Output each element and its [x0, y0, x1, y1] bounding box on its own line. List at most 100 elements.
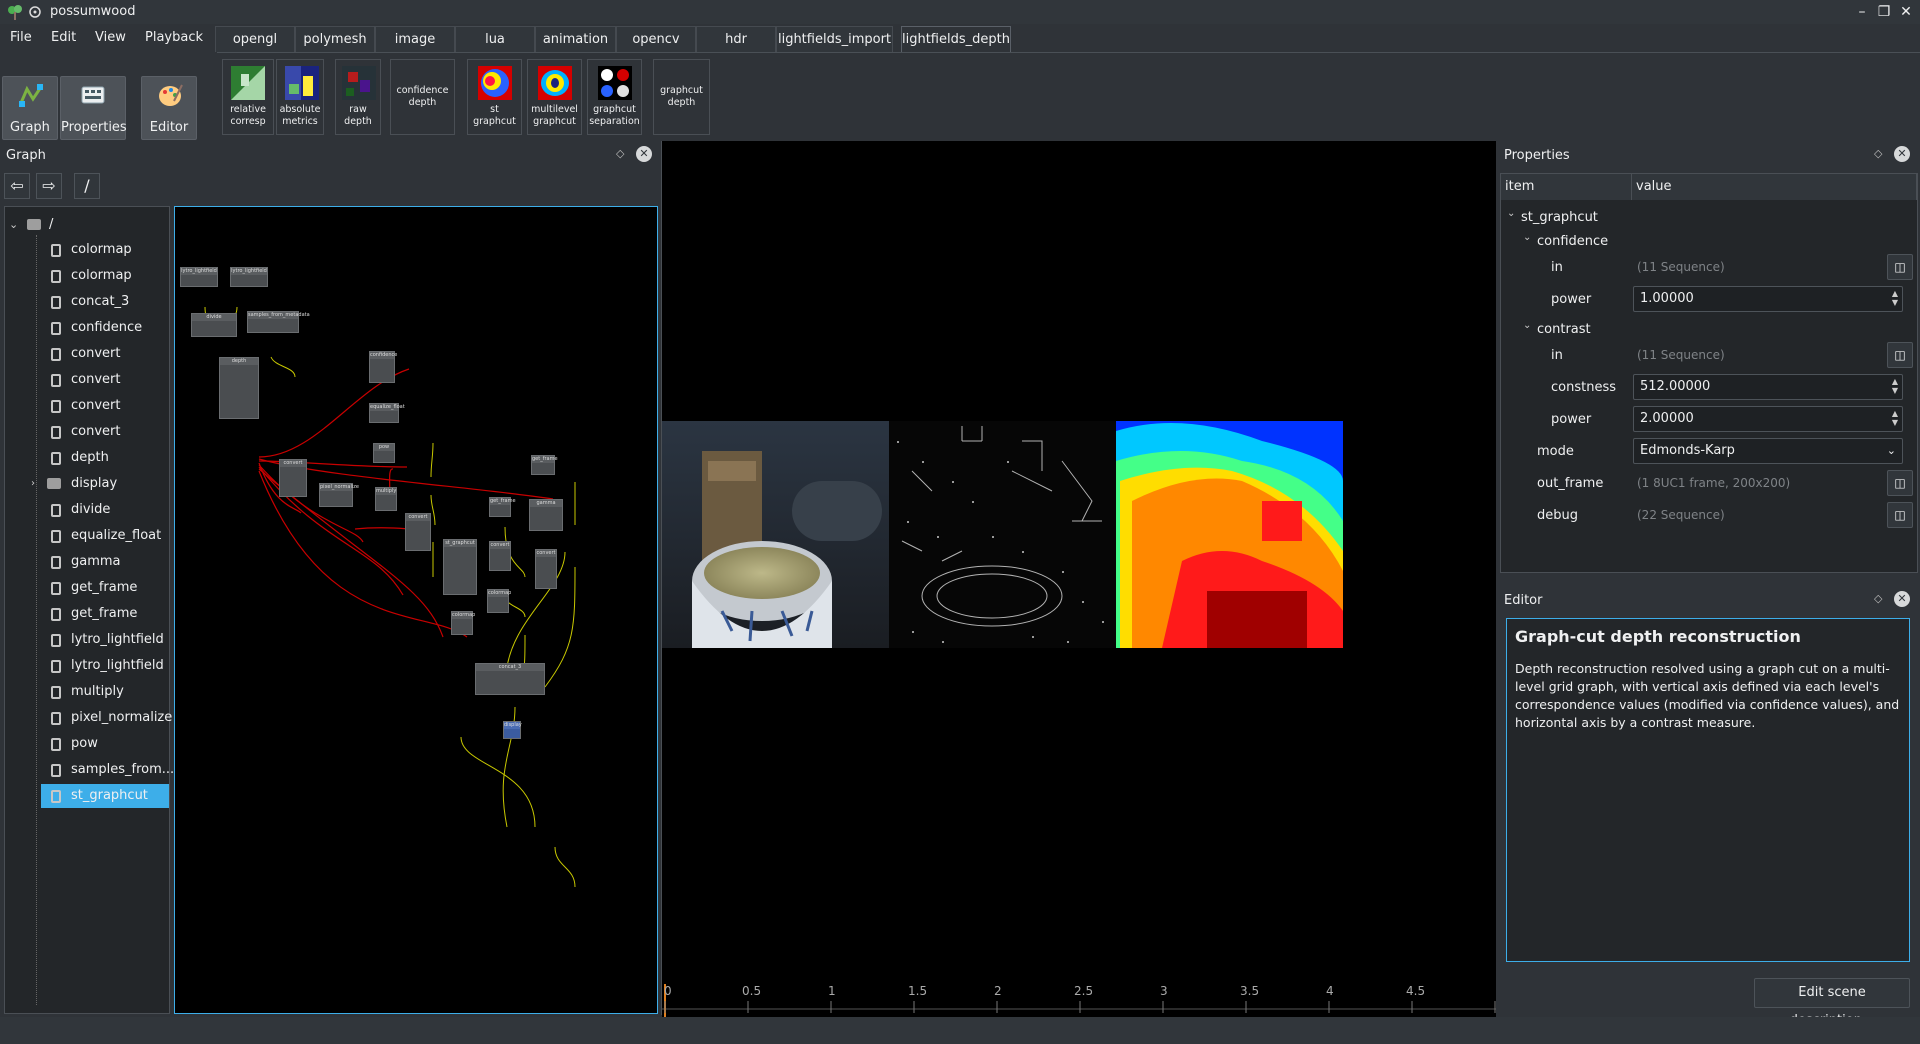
tree-node[interactable]: get_frame [5, 602, 169, 626]
graphcut-separation-tool[interactable]: graphcut separation [587, 59, 642, 135]
close-dock-icon[interactable]: ✕ [636, 146, 652, 162]
graph-mode-button[interactable]: Graph [2, 76, 58, 140]
graph-node-divide[interactable]: divide [191, 313, 237, 337]
mode-select[interactable]: Edmonds-Karp ⌄ [1633, 438, 1903, 464]
graph-node-convert[interactable]: convert [535, 549, 557, 589]
chevron-down-icon[interactable]: ⌄ [1523, 320, 1531, 331]
tab-lightfields-depth[interactable]: lightfields_depth [901, 26, 1011, 52]
contrast-constness-spinbox[interactable]: 512.00000 ▲ ▼ [1633, 374, 1903, 400]
timeline[interactable]: 0 0.5 1 1.5 2 2.5 3 3.5 4 4.5 [662, 979, 1496, 1017]
graph-node-colormap[interactable]: colormap [451, 611, 475, 635]
graphcut-depth-tool[interactable]: graphcut depth [653, 59, 710, 135]
graph-node-st-graphcut[interactable]: st_graphcut [443, 539, 477, 595]
menu-view[interactable]: View [95, 30, 126, 45]
edit-scene-description-button[interactable]: Edit scene description... [1754, 978, 1910, 1028]
absolute-metrics-tool[interactable]: absolute metrics [276, 59, 324, 135]
raw-depth-tool[interactable]: raw depth [335, 59, 381, 135]
graph-node-colormap[interactable]: colormap [487, 589, 511, 613]
editor-mode-button[interactable]: Editor [141, 76, 197, 140]
port-connect-button[interactable]: ◫ [1887, 502, 1913, 528]
tab-image[interactable]: image [375, 26, 455, 52]
spin-arrows-icon[interactable]: ▲ ▼ [1892, 409, 1898, 427]
tab-hdr[interactable]: hdr [696, 26, 776, 52]
spin-arrows-icon[interactable]: ▲ ▼ [1892, 289, 1898, 307]
tree-node[interactable]: colormap [5, 238, 169, 262]
tab-opengl[interactable]: opengl [215, 26, 295, 52]
tree-node[interactable]: convert [5, 420, 169, 444]
contrast-power-spinbox[interactable]: 2.00000 ▲ ▼ [1633, 406, 1903, 432]
close-dock-icon[interactable]: ✕ [1894, 146, 1910, 162]
tree-node[interactable]: convert [5, 368, 169, 392]
graph-node-lytro-lightfield[interactable]: lytro_lightfield [230, 267, 268, 287]
menu-edit[interactable]: Edit [51, 30, 76, 45]
graph-node-samples-from-metadata[interactable]: samples_from_metadata [247, 311, 310, 333]
float-dock-icon[interactable]: ◇ [616, 147, 624, 160]
graph-node-gamma[interactable]: gamma [529, 499, 563, 531]
chevron-down-icon[interactable]: ⌄ [1523, 232, 1531, 243]
tree-node[interactable]: multiply [5, 680, 169, 704]
graph-node-pixel-normalize[interactable]: pixel_normalize [319, 483, 359, 507]
tree-node[interactable]: convert [5, 342, 169, 366]
graph-node-equalize-float[interactable]: equalize_float [369, 403, 405, 423]
graph-node-convert[interactable]: convert [489, 541, 511, 571]
maximize-button[interactable]: ❐ [1874, 2, 1894, 22]
tree-node[interactable]: get_frame [5, 576, 169, 600]
graph-editor-canvas[interactable]: lytro_lightfield lytro_lightfield divide… [174, 206, 658, 1014]
port-connect-button[interactable]: ◫ [1887, 342, 1913, 368]
st-graphcut-tool[interactable]: st graphcut [467, 59, 522, 135]
tree-node[interactable]: equalize_float [5, 524, 169, 548]
graph-node-concat-3[interactable]: concat_3 [475, 663, 545, 695]
float-dock-icon[interactable]: ◇ [1874, 592, 1882, 605]
tree-node[interactable]: concat_3 [5, 290, 169, 314]
column-header-value[interactable]: value [1632, 174, 1917, 200]
graph-node-lytro-lightfield[interactable]: lytro_lightfield [180, 267, 218, 287]
tree-node[interactable]: lytro_lightfield [5, 628, 169, 652]
confidence-power-spinbox[interactable]: 1.00000 ▲ ▼ [1633, 286, 1903, 312]
graph-node-get-frame[interactable]: get_frame [489, 497, 516, 517]
tab-polymesh[interactable]: polymesh [295, 26, 375, 52]
close-dock-icon[interactable]: ✕ [1894, 591, 1910, 607]
tree-node[interactable]: convert [5, 394, 169, 418]
pin-icon[interactable] [28, 5, 42, 19]
spin-arrows-icon[interactable]: ▲ ▼ [1892, 377, 1898, 395]
port-connect-button[interactable]: ◫ [1887, 254, 1913, 280]
graph-node-convert[interactable]: convert [405, 513, 431, 551]
tab-lua[interactable]: lua [455, 26, 535, 52]
tree-node-display[interactable]: › display [5, 472, 169, 496]
graph-node-confidence[interactable]: confidence [369, 351, 397, 383]
tab-lightfields-import[interactable]: lightfields_import [776, 26, 893, 52]
float-dock-icon[interactable]: ◇ [1874, 147, 1882, 160]
tree-root[interactable]: ⌄ / [5, 213, 169, 237]
tab-opencv[interactable]: opencv [616, 26, 696, 52]
tree-node-selected[interactable]: st_graphcut [41, 784, 169, 808]
forward-button[interactable]: ⇨ [36, 173, 62, 199]
column-header-item[interactable]: item [1501, 174, 1632, 200]
graph-node-display[interactable]: display [503, 721, 522, 739]
tree-node[interactable]: divide [5, 498, 169, 522]
menu-file[interactable]: File [10, 30, 32, 45]
graph-node-convert[interactable]: convert [279, 459, 307, 497]
menu-playback[interactable]: Playback [145, 30, 203, 45]
graph-node-get-frame[interactable]: get_frame [531, 455, 558, 475]
relative-corresp-tool[interactable]: relative corresp [222, 59, 274, 135]
tree-node[interactable]: confidence [5, 316, 169, 340]
tree-node[interactable]: depth [5, 446, 169, 470]
tree-node[interactable]: gamma [5, 550, 169, 574]
chevron-down-icon[interactable]: ⌄ [1507, 208, 1515, 219]
properties-mode-button[interactable]: Properties [60, 76, 127, 140]
confidence-depth-tool[interactable]: confidence depth [390, 59, 455, 135]
close-window-button[interactable]: ✕ [1896, 2, 1916, 22]
tree-node[interactable]: pixel_normalize [5, 706, 172, 730]
path-button[interactable]: / [74, 173, 100, 199]
graph-node-multiply[interactable]: multiply [375, 487, 397, 511]
3d-viewport[interactable] [662, 141, 1496, 1015]
minimize-button[interactable]: – [1852, 2, 1872, 22]
port-connect-button[interactable]: ◫ [1887, 470, 1913, 496]
graph-node-pow[interactable]: pow [373, 443, 395, 463]
scene-description-view[interactable]: Graph-cut depth reconstruction Depth rec… [1506, 618, 1910, 962]
multilevel-graphcut-tool[interactable]: multilevel graphcut [527, 59, 582, 135]
graph-node-depth[interactable]: depth [219, 357, 259, 419]
back-button[interactable]: ⇦ [4, 173, 30, 199]
tree-node[interactable]: colormap [5, 264, 169, 288]
tree-node[interactable]: lytro_lightfield [5, 654, 169, 678]
